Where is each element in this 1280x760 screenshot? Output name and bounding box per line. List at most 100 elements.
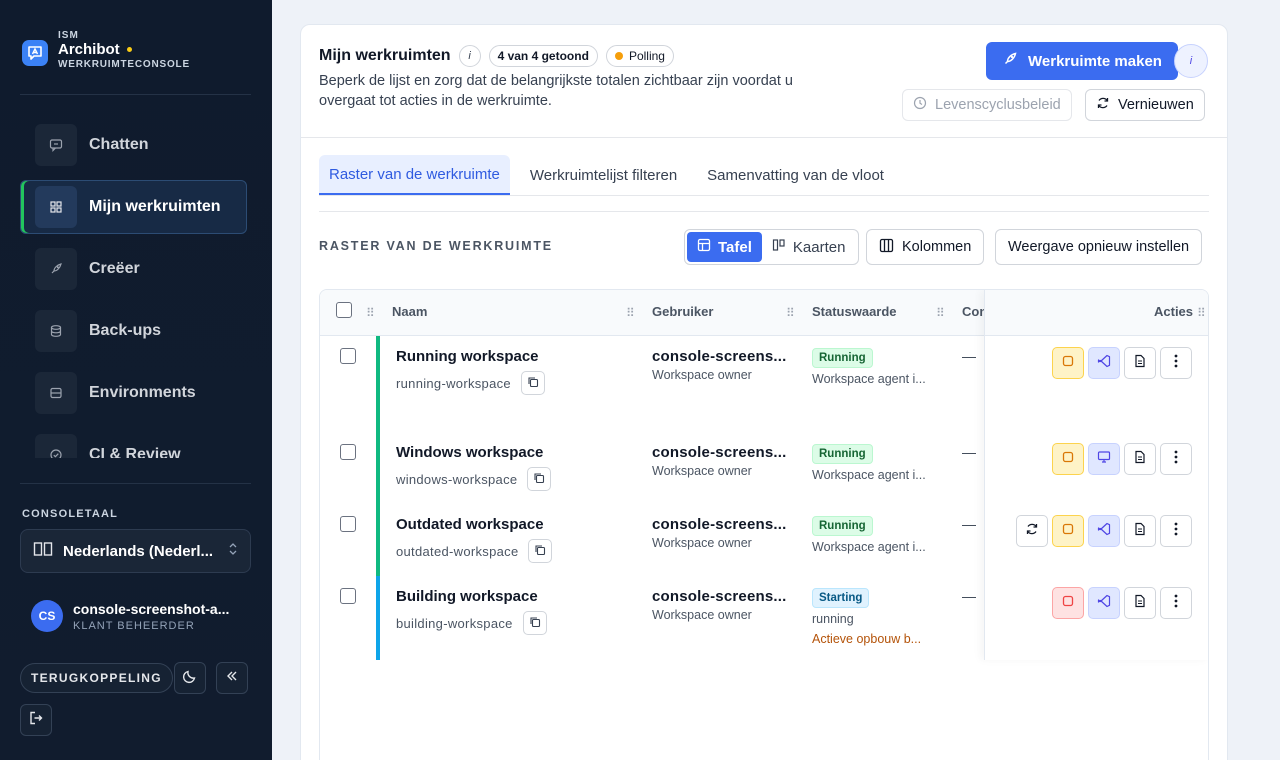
tab-filter-list[interactable]: Werkruimtelijst filteren [520,155,687,195]
vscode-button[interactable] [1088,587,1120,619]
info-button[interactable]: i [458,45,481,67]
more-menu-button[interactable] [1160,587,1192,619]
language-value: Nederlands (Nederl... [63,542,214,560]
update-button[interactable] [1016,515,1048,547]
vscode-button[interactable] [1088,515,1120,547]
user-name: console-screenshot-a... [73,600,230,617]
copy-icon [534,544,546,559]
sidebar-item-environments[interactable]: Environments [20,366,247,420]
lifecycle-policy-label: Levenscyclusbeleid [935,97,1061,113]
moon-icon [182,668,198,689]
reset-view-button[interactable]: Weergave opnieuw instellen [995,229,1203,265]
user-role: KLANT BEHEERDER [73,619,195,632]
chevrons-left-icon [224,668,240,689]
collapse-sidebar-button[interactable] [216,662,248,694]
workspace-slug: building-workspace [396,615,513,631]
sidebar-item-label: CI & Review [89,446,181,458]
status-bar [376,576,380,660]
brand[interactable]: ISM Archibot WERKRUIMTECONSOLE [22,30,190,70]
column-header-status[interactable]: Statuswaarde [812,304,897,319]
workspace-slug: outdated-workspace [396,543,519,559]
logs-button[interactable] [1124,587,1156,619]
actions-column: Acties ⠿ [984,290,1208,660]
stop-button[interactable] [1052,347,1084,379]
sidebar-item-creeer[interactable]: Creëer [20,242,247,296]
drag-handle-icon[interactable]: ⠿ [1197,306,1206,320]
user-name: console-screens... [652,348,787,365]
section-label: RASTER VAN DE WERKRUIMTE [319,239,553,253]
sidebar-item-ci-review[interactable]: CI & Review [20,428,247,458]
sidebar-item-label: Creëer [89,260,140,277]
drag-handle-icon[interactable]: ⠿ [626,306,635,320]
logout-button[interactable] [20,704,52,736]
user-name: console-screens... [652,444,787,461]
row-checkbox[interactable] [340,588,356,604]
sidebar-item-mijn-werkruimten[interactable]: Mijn werkruimten [20,180,247,234]
copy-button[interactable] [527,467,552,491]
create-workspace-button[interactable]: Werkruimte maken [986,42,1178,80]
tab-fleet-summary[interactable]: Samenvatting van de vloot [697,155,894,195]
logs-button[interactable] [1124,515,1156,547]
workspace-name[interactable]: Windows workspace [396,444,543,461]
more-vertical-icon [1174,522,1178,541]
row-checkbox[interactable] [340,516,356,532]
columns-button[interactable]: Kolommen [866,229,985,265]
vscode-icon [1097,522,1111,541]
more-vertical-icon [1174,354,1178,373]
vscode-icon [1097,354,1111,373]
refresh-icon [1025,522,1039,541]
workspace-slug-wrap: outdated-workspace [396,539,553,563]
more-menu-button[interactable] [1160,515,1192,547]
chat-icon [35,124,77,166]
row-checkbox[interactable] [340,348,356,364]
more-menu-button[interactable] [1160,347,1192,379]
remote-desktop-button[interactable] [1088,443,1120,475]
copy-button[interactable] [522,611,547,635]
sidebar-item-chatten[interactable]: Chatten [20,118,247,172]
status-dot-icon [126,47,132,52]
grid-icon [35,186,77,228]
stop-button[interactable] [1052,443,1084,475]
copy-button[interactable] [520,371,545,395]
status-bar [376,336,380,432]
extra-value: — [962,348,976,364]
select-all-checkbox[interactable] [336,302,352,318]
extra-value: — [962,444,976,460]
workspace-slug-wrap: building-workspace [396,611,547,635]
drag-handle-icon[interactable]: ⠿ [786,306,795,320]
user-profile[interactable]: CS console-screenshot-a... KLANT BEHEERD… [31,600,229,632]
logs-button[interactable] [1124,347,1156,379]
tab-workspace-grid[interactable]: Raster van de werkruimte [319,155,510,195]
theme-toggle-button[interactable] [174,662,206,694]
feedback-button[interactable]: TERUGKOPPELING [20,663,173,693]
language-label: CONSOLETAAL [22,508,119,520]
copy-icon [529,616,541,631]
workspace-name[interactable]: Running workspace [396,348,539,365]
column-header-user[interactable]: Gebruiker [652,304,713,319]
more-vertical-icon [1174,594,1178,613]
drag-handle-icon[interactable]: ⠿ [366,306,375,320]
status-badge: Starting [812,588,870,608]
vscode-button[interactable] [1088,347,1120,379]
stop-button[interactable] [1052,587,1084,619]
lifecycle-policy-button[interactable]: Levenscyclusbeleid [902,89,1072,121]
view-table-button[interactable]: Tafel [687,232,762,262]
user-name: console-screens... [652,588,787,605]
view-cards-button[interactable]: Kaarten [762,232,856,262]
view-table-label: Tafel [718,238,752,256]
language-select[interactable]: Nederlands (Nederl... [20,529,251,573]
workspace-name[interactable]: Building workspace [396,588,538,605]
user-role: Workspace owner [652,464,752,478]
more-menu-button[interactable] [1160,443,1192,475]
sidebar-item-back-ups[interactable]: Back-ups [20,304,247,358]
drag-handle-icon[interactable]: ⠿ [936,306,945,320]
workspace-name[interactable]: Outdated workspace [396,516,544,533]
column-header-name[interactable]: Naam [392,304,427,319]
row-checkbox[interactable] [340,444,356,460]
stop-button[interactable] [1052,515,1084,547]
logs-button[interactable] [1124,443,1156,475]
refresh-button[interactable]: Vernieuwen [1085,89,1205,121]
copy-icon [527,376,539,391]
copy-button[interactable] [528,539,553,563]
help-info-button[interactable]: i [1174,44,1208,78]
